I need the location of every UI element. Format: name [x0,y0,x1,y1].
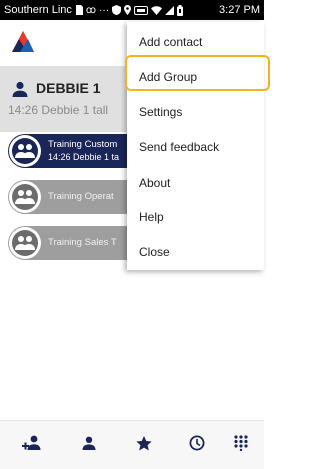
profile-name: DEBBIE 1 [36,80,101,96]
profile-last-message: 14:26 Debbie 1 tall [8,103,109,117]
group-icon [15,190,35,204]
carrier-name: Southern Linc [4,4,72,16]
volte-icon [134,5,149,15]
status-icons: ꝏ ··· [72,4,216,16]
group-icon [15,236,35,250]
menu-item-settings[interactable]: Settings [127,94,264,129]
menu-item-close[interactable]: Close [127,234,264,269]
group-avatar [9,227,41,259]
more-icon: ··· [99,4,110,16]
sim-icon [75,5,83,15]
nav-contacts-button[interactable] [75,430,103,456]
favorites-star-icon [136,435,152,450]
person-icon [12,81,28,97]
shield-icon [112,5,122,15]
nav-add-group-button[interactable] [17,430,45,456]
group-avatar [9,135,41,167]
group-icon [15,144,35,158]
status-time: 3:27 PM [219,4,260,16]
dialpad-icon [234,435,248,451]
menu-item-about[interactable]: About [127,165,264,200]
voicemail-icon: ꝏ [85,4,97,16]
group-title: Training Sales T [48,237,117,248]
recents-clock-icon [189,435,205,451]
add-group-icon [22,435,41,450]
nav-dialpad-button[interactable] [227,430,255,456]
app-logo-icon [12,31,34,52]
menu-item-help[interactable]: Help [127,199,264,234]
location-icon [124,5,132,15]
group-last-message: 14:26 Debbie 1 ta [48,152,120,162]
add-group-highlight [125,55,270,91]
nav-recents-button[interactable] [183,430,211,456]
menu-item-add-contact[interactable]: Add contact [127,24,264,59]
bottom-nav [0,420,264,469]
battery-icon [177,4,184,16]
group-title: Training Operat [48,191,114,202]
menu-item-send-feedback[interactable]: Send feedback [127,129,264,164]
group-title: Training Custom [48,139,118,150]
group-avatar [9,181,41,213]
contact-icon [82,436,96,450]
wifi-icon [151,5,163,15]
signal-icon [165,5,175,15]
status-bar: Southern Linc ꝏ ··· 3:27 PM [0,0,264,20]
nav-favorites-button[interactable] [130,430,158,456]
